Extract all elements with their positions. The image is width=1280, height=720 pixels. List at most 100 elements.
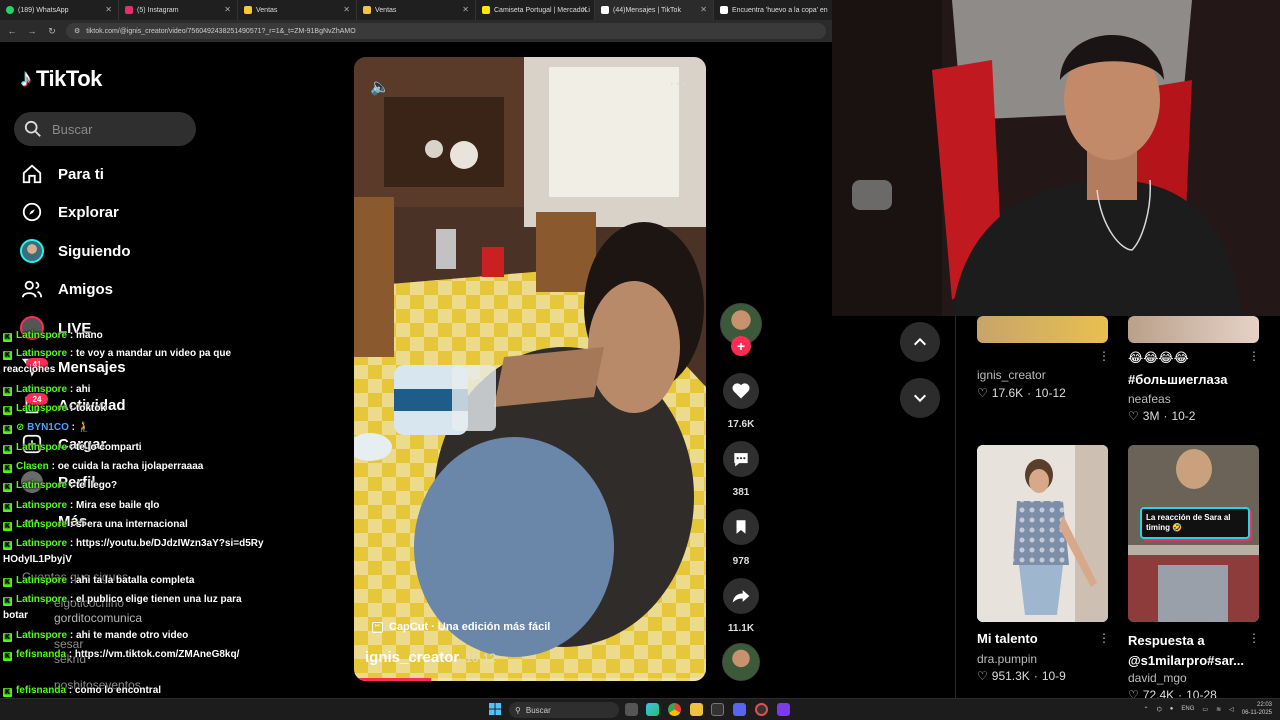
video-thumbnail[interactable] bbox=[1128, 316, 1259, 343]
search-icon: ⚲ bbox=[515, 705, 521, 715]
windows-start-icon[interactable] bbox=[489, 703, 502, 716]
address-bar: ← → ↻ ⚙ tiktok.com/@ignis_creator/video/7… bbox=[0, 20, 832, 42]
back-icon[interactable]: ← bbox=[6, 26, 18, 36]
browser-tab-active[interactable]: (44)Mensajes | TikTok ✕ bbox=[595, 0, 714, 20]
heart-outline-icon: ♡ bbox=[977, 386, 988, 400]
card-user[interactable]: dra.pumpin bbox=[977, 652, 1037, 666]
language-indicator[interactable]: ENG bbox=[1181, 706, 1194, 712]
chat-user: fefisnanda bbox=[16, 685, 67, 696]
card-user[interactable]: ignis_creator bbox=[977, 368, 1046, 382]
site-settings-icon[interactable]: ⚙ bbox=[74, 27, 80, 35]
kick-badge-icon: K bbox=[3, 406, 12, 415]
more-options-icon[interactable]: ··· bbox=[669, 75, 688, 93]
tiktok-logo[interactable]: ♪ TikTok bbox=[20, 66, 102, 92]
copilot-icon[interactable] bbox=[646, 703, 659, 716]
kebab-icon[interactable]: ⋮ bbox=[1098, 631, 1110, 645]
kick-badge-icon: K bbox=[3, 578, 12, 587]
kebab-icon[interactable]: ⋮ bbox=[1098, 349, 1110, 363]
video-thumbnail[interactable] bbox=[977, 316, 1108, 343]
discord-icon[interactable] bbox=[733, 703, 746, 716]
mute-icon[interactable]: 🔈 bbox=[370, 77, 390, 97]
chat-message: K Latinspore : ahi ta la batalla completa bbox=[3, 575, 195, 587]
video-player[interactable]: 🔈 ··· ✂ CapCut · Una edición más fácil ig… bbox=[354, 57, 706, 681]
next-video-button[interactable] bbox=[900, 378, 940, 418]
search-box[interactable] bbox=[14, 112, 196, 146]
share-button[interactable] bbox=[723, 578, 759, 614]
taskbar-search[interactable]: ⚲ Buscar bbox=[509, 702, 619, 718]
close-icon[interactable]: ✕ bbox=[462, 5, 469, 14]
search-input[interactable] bbox=[52, 121, 182, 137]
video-author[interactable]: ignis_creator bbox=[365, 649, 459, 666]
chat-text: ahi ta la batalla completa bbox=[76, 575, 195, 586]
forward-icon[interactable]: → bbox=[26, 26, 38, 36]
display-icon[interactable]: ▭ bbox=[1202, 706, 1208, 713]
file-explorer-icon[interactable] bbox=[690, 703, 703, 716]
close-icon[interactable]: ✕ bbox=[581, 5, 588, 14]
capcut-tag[interactable]: ✂ CapCut · Una edición más fácil bbox=[372, 621, 550, 633]
kebab-icon[interactable]: ⋮ bbox=[1248, 631, 1260, 645]
close-icon[interactable]: ✕ bbox=[224, 5, 231, 14]
instagram-icon bbox=[125, 6, 133, 14]
video-progress-bar[interactable] bbox=[354, 678, 706, 681]
network-icon[interactable]: ⌬ bbox=[1157, 706, 1162, 713]
mic-icon[interactable]: ● bbox=[1170, 706, 1174, 712]
previous-video-button[interactable] bbox=[900, 322, 940, 362]
chat-user: Latinspore bbox=[16, 384, 68, 395]
chat-message: K Clasen : oe cuida la racha ijolaperraaa… bbox=[3, 461, 204, 473]
kick-badge-icon: K bbox=[3, 387, 12, 396]
nav-explorar[interactable]: Explorar bbox=[20, 200, 119, 224]
card-emoji-title[interactable]: 😂😂😂😂 bbox=[1128, 350, 1250, 366]
sheets-icon bbox=[363, 6, 371, 14]
chat-text: ahi te mande otro video bbox=[76, 630, 189, 641]
card-separator: · bbox=[1163, 409, 1168, 423]
app-icon[interactable] bbox=[755, 703, 768, 716]
chevron-up-icon[interactable]: ⌃ bbox=[1144, 706, 1149, 713]
video-thumbnail[interactable]: La reacción de Sara al timing 🤣 bbox=[1128, 445, 1259, 622]
chat-message: K Latinspore : si era una internacional bbox=[3, 519, 188, 531]
browser-tab[interactable]: Encuentra 'huevo a la copa' en bbox=[714, 0, 832, 20]
nav-siguiendo[interactable]: Siguiendo bbox=[20, 239, 131, 263]
browser-tab[interactable]: (5) Instagram ✕ bbox=[119, 0, 238, 20]
chat-message: K ⊘ BYN1CO : 🧎 bbox=[3, 422, 91, 434]
following-avatar-icon bbox=[20, 239, 44, 263]
chat-text: 🧎 bbox=[77, 422, 91, 433]
chat-message: K Latinspore : https://youtu.be/DJdzIWzn3… bbox=[3, 538, 264, 565]
browser-tab[interactable]: (189) WhatsApp ✕ bbox=[0, 0, 119, 20]
save-button[interactable] bbox=[723, 509, 759, 545]
video-thumbnail[interactable] bbox=[977, 445, 1108, 622]
nav-para-ti[interactable]: Para ti bbox=[20, 162, 104, 186]
nav-label: Amigos bbox=[58, 280, 114, 298]
chat-user: Latinspore bbox=[16, 480, 68, 491]
task-view-icon[interactable] bbox=[625, 703, 638, 716]
follow-plus-button[interactable]: + bbox=[731, 336, 751, 356]
chat-text: https://vm.tiktok.com/ZMAneG8kq/ bbox=[74, 649, 240, 660]
system-clock[interactable]: 22:03 06-11-2025 bbox=[1242, 701, 1272, 717]
browser-tab[interactable]: Camiseta Portugal | MercadoLi ✕ bbox=[476, 0, 595, 20]
wifi-icon[interactable]: ≋ bbox=[1216, 706, 1221, 713]
close-icon[interactable]: ✕ bbox=[105, 5, 112, 14]
like-button[interactable] bbox=[723, 373, 759, 409]
card-title[interactable]: Respuesta a @s1milarpro#sar... bbox=[1128, 631, 1250, 671]
nav-amigos[interactable]: Amigos bbox=[20, 277, 113, 301]
reload-icon[interactable]: ↻ bbox=[46, 26, 58, 37]
browser-tab[interactable]: Ventas ✕ bbox=[238, 0, 357, 20]
chat-user: Latinspore bbox=[16, 330, 68, 341]
volume-icon[interactable]: ◁ bbox=[1229, 706, 1234, 713]
chat-text: Mira ese baile qlo bbox=[76, 500, 160, 511]
video-frame-illustration bbox=[354, 57, 706, 681]
url-field[interactable]: ⚙ tiktok.com/@ignis_creator/video/7560492… bbox=[66, 23, 826, 39]
card-title[interactable]: Mi talento bbox=[977, 631, 1099, 646]
close-icon[interactable]: ✕ bbox=[343, 5, 350, 14]
kebab-icon[interactable]: ⋮ bbox=[1248, 349, 1260, 363]
card-title[interactable]: #большиеглаза bbox=[1128, 372, 1250, 387]
close-icon[interactable]: ✕ bbox=[700, 5, 707, 14]
store-icon[interactable] bbox=[711, 703, 724, 716]
sound-avatar[interactable] bbox=[722, 643, 760, 681]
comment-button[interactable] bbox=[723, 441, 759, 477]
browser-tab[interactable]: Ventas ✕ bbox=[357, 0, 476, 20]
card-user[interactable]: david_mgo bbox=[1128, 671, 1187, 685]
obs-icon[interactable] bbox=[777, 703, 790, 716]
card-user[interactable]: neafeas bbox=[1128, 392, 1171, 406]
chrome-icon[interactable] bbox=[668, 703, 681, 716]
chat-user: Latinspore bbox=[16, 575, 68, 586]
